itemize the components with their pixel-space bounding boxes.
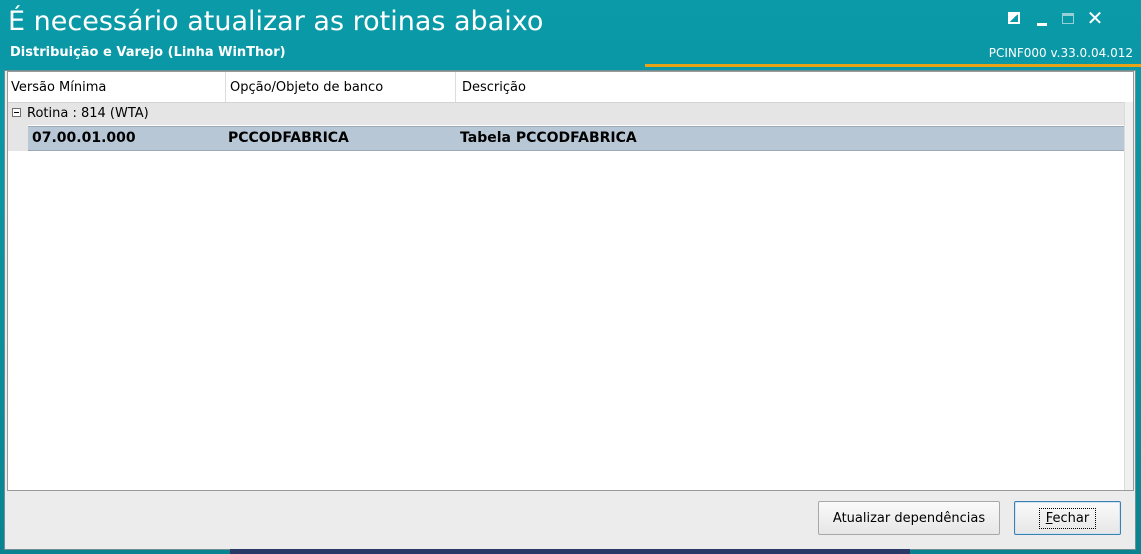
- dialog-subtitle: Distribuição e Varejo (Linha WinThor): [10, 45, 286, 60]
- restore-icon[interactable]: [1002, 6, 1026, 30]
- close-icon[interactable]: ✕: [1083, 6, 1107, 30]
- cell-versao: 07.00.01.000: [32, 130, 136, 146]
- close-button[interactable]: Fechar: [1014, 501, 1121, 535]
- grid-header: Versão Mínima Opção/Objeto de banco Desc…: [8, 72, 1133, 103]
- table-row[interactable]: 07.00.01.000 PCCODFABRICA Tabela PCCODFA…: [28, 126, 1127, 151]
- close-button-label-rest: echar: [1052, 510, 1090, 526]
- taskbar-fragment: [230, 549, 910, 554]
- collapse-icon[interactable]: [12, 108, 21, 117]
- group-label: Rotina : 814 (WTA): [27, 106, 149, 121]
- column-header-versao[interactable]: Versão Mínima: [8, 72, 226, 102]
- close-button-mnemonic: F: [1045, 510, 1053, 526]
- routines-grid[interactable]: Versão Mínima Opção/Objeto de banco Desc…: [7, 71, 1134, 491]
- vertical-scrollbar[interactable]: [1124, 102, 1133, 490]
- column-header-descricao[interactable]: Descrição: [456, 72, 1127, 102]
- accent-divider: [645, 64, 1141, 67]
- update-dependencies-label: Atualizar dependências: [832, 510, 986, 526]
- minimize-icon[interactable]: [1030, 6, 1054, 30]
- column-header-objeto[interactable]: Opção/Objeto de banco: [226, 72, 456, 102]
- update-dependencies-button[interactable]: Atualizar dependências: [818, 501, 1000, 535]
- group-indent: [8, 125, 28, 151]
- group-row[interactable]: Rotina : 814 (WTA): [8, 103, 1127, 125]
- version-label: PCINF000 v.33.0.04.012: [988, 46, 1133, 60]
- close-button-label: Fechar: [1038, 507, 1097, 529]
- dialog-body: Versão Mínima Opção/Objeto de banco Desc…: [4, 70, 1136, 550]
- maximize-icon[interactable]: [1056, 6, 1080, 30]
- dialog-window: É necessário atualizar as rotinas abaixo…: [0, 0, 1141, 554]
- dialog-title: É necessário atualizar as rotinas abaixo: [8, 6, 544, 37]
- cell-objeto: PCCODFABRICA: [228, 130, 349, 146]
- cell-descricao: Tabela PCCODFABRICA: [460, 130, 637, 146]
